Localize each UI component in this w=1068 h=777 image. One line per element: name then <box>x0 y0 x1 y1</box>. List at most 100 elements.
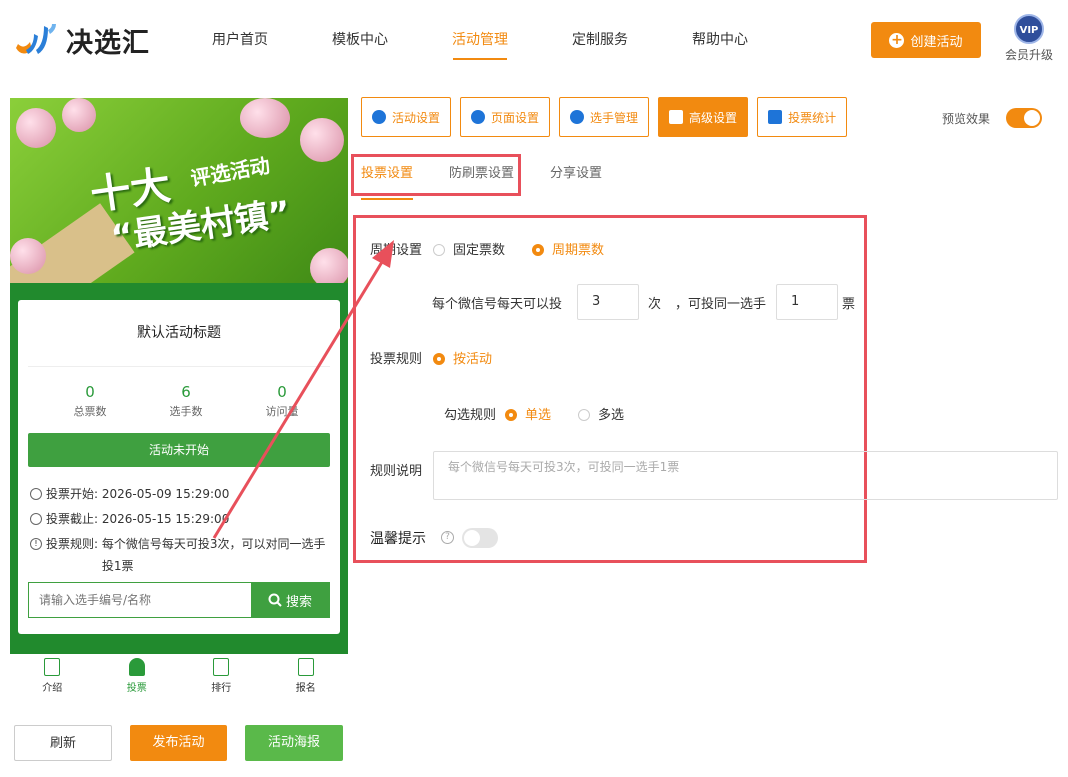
check-rule-label: 勾选规则 <box>444 408 497 423</box>
option-label: 按活动 <box>453 352 493 367</box>
stats-row: 0 总票数 6 选手数 0 访问量 <box>18 367 340 419</box>
description-label: 规则说明 <box>370 464 423 479</box>
tab-ranking[interactable]: 排行 <box>179 654 264 698</box>
vote-rule-label: 投票规则: <box>46 537 99 551</box>
tab-vote[interactable]: 投票 <box>95 654 180 698</box>
radio-cycle-votes[interactable]: 周期票数 <box>532 239 604 258</box>
vote-info: 投票开始: 2026-05-09 15:29:00 投票截止: 2026-05-… <box>18 467 340 577</box>
tab-label: 页面设置 <box>491 110 540 125</box>
banner-title-2: 评选活动 <box>188 153 272 191</box>
stat-label: 总票数 <box>73 405 107 418</box>
top-nav: 用户首页 模板中心 活动管理 定制服务 帮助中心 <box>180 0 780 70</box>
stat-players: 6 选手数 <box>156 383 216 419</box>
cycle-label: 周期设置 <box>370 243 423 258</box>
preview-bottom-tabs: 介绍 投票 排行 报名 <box>10 654 348 698</box>
tab-label: 选手管理 <box>590 110 639 125</box>
radio-icon <box>433 244 445 256</box>
tab-signup[interactable]: 报名 <box>264 654 349 698</box>
plus-icon: + <box>889 31 905 48</box>
nav-custom-service[interactable]: 定制服务 <box>540 0 660 70</box>
tab-label: 介绍 <box>42 683 63 694</box>
rule-description-textarea[interactable]: 每个微信号每天可投3次，可投同一选手1票 <box>433 451 1058 500</box>
vip-label: 会员升级 <box>1004 48 1053 62</box>
radio-single[interactable]: 单选 <box>505 404 551 423</box>
tip-switch[interactable] <box>462 528 498 548</box>
tab-advanced-settings[interactable]: 高级设置 <box>658 97 749 137</box>
user-icon <box>128 658 145 676</box>
nav-help[interactable]: 帮助中心 <box>660 0 780 70</box>
users-icon <box>570 110 585 124</box>
stat-value: 0 <box>277 383 287 401</box>
activity-card: 默认活动标题 0 总票数 6 选手数 0 访问量 活动未开始 投票开始: 202… <box>18 300 340 634</box>
vip-upgrade[interactable]: VIP 会员升级 <box>1000 14 1058 63</box>
radio-fixed-votes[interactable]: 固定票数 <box>433 239 505 258</box>
option-label: 周期票数 <box>552 243 605 258</box>
vote-start-row: 投票开始: 2026-05-09 15:29:00 <box>30 483 328 505</box>
stat-visits: 0 访问量 <box>252 383 312 419</box>
create-activity-button[interactable]: + 创建活动 <box>871 22 981 58</box>
info-icon: ! <box>30 538 42 550</box>
activity-status-button[interactable]: 活动未开始 <box>28 433 330 467</box>
help-icon[interactable]: ? <box>441 531 454 544</box>
tab-label: 排行 <box>211 683 232 694</box>
vip-badge-icon: VIP <box>1014 14 1044 44</box>
tab-label: 报名 <box>295 683 316 694</box>
star-icon <box>372 110 386 124</box>
create-activity-label: 创建活动 <box>910 34 963 50</box>
tab-label: 投票统计 <box>788 110 837 125</box>
radio-icon <box>578 409 590 421</box>
tab-label: 活动设置 <box>392 110 441 125</box>
same-player-input[interactable]: 1 <box>776 284 838 320</box>
refresh-button[interactable]: 刷新 <box>14 725 112 761</box>
stat-label: 选手数 <box>169 405 203 418</box>
stat-value: 6 <box>181 383 191 401</box>
intro-icon <box>44 658 61 676</box>
search-button-label: 搜索 <box>285 594 312 610</box>
stat-value: 0 <box>85 383 95 401</box>
preview-toggle: 预览效果 <box>942 108 1043 128</box>
same-player-unit: 票 <box>842 297 856 312</box>
poster-button[interactable]: 活动海报 <box>245 725 343 761</box>
same-player-label: ，可投同一选手 <box>675 297 767 312</box>
activity-title: 默认活动标题 <box>28 300 330 367</box>
gear-icon <box>471 110 486 124</box>
per-day-input[interactable]: 3 <box>577 284 639 320</box>
option-label: 单选 <box>525 408 552 423</box>
annotation-box-subtabs <box>351 154 521 196</box>
tab-player-management[interactable]: 选手管理 <box>559 97 650 137</box>
nav-home[interactable]: 用户首页 <box>180 0 300 70</box>
activity-banner: 十大 评选活动 “最美村镇” <box>10 98 348 283</box>
stat-label: 访问量 <box>265 405 299 418</box>
vote-end-row: 投票截止: 2026-05-15 15:29:00 <box>30 508 328 530</box>
nav-templates[interactable]: 模板中心 <box>300 0 420 70</box>
subtab-share[interactable]: 分享设置 <box>550 160 602 200</box>
page: 决选汇 用户首页 模板中心 活动管理 定制服务 帮助中心 + 创建活动 VIP … <box>0 0 1068 777</box>
tab-page-settings[interactable]: 页面设置 <box>460 97 551 137</box>
vote-end-label: 投票截止: <box>46 512 99 526</box>
nav-activity-management[interactable]: 活动管理 <box>420 0 540 70</box>
tab-activity-settings[interactable]: 活动设置 <box>361 97 452 137</box>
logo-icon <box>16 24 56 54</box>
rule-label: 投票规则 <box>370 352 423 367</box>
player-search-input[interactable] <box>29 583 251 617</box>
clock-icon <box>30 488 42 500</box>
radio-icon <box>532 244 544 256</box>
radio-multiple[interactable]: 多选 <box>578 404 624 423</box>
tab-intro[interactable]: 介绍 <box>10 654 95 698</box>
per-day-label: 每个微信号每天可以投 <box>432 297 563 312</box>
settings-tabs: 活动设置 页面设置 选手管理 高级设置 投票统计 <box>361 97 848 137</box>
publish-button[interactable]: 发布活动 <box>130 725 227 761</box>
search-button[interactable]: 搜索 <box>251 583 329 617</box>
brand-name: 决选汇 <box>66 27 150 59</box>
radio-by-activity[interactable]: 按活动 <box>433 348 492 367</box>
player-search: 搜索 <box>28 582 330 618</box>
option-label: 多选 <box>598 408 625 423</box>
settings-icon <box>669 110 684 124</box>
vote-start-value: 2026-05-09 15:29:00 <box>101 487 230 501</box>
preview-switch[interactable] <box>1006 108 1043 128</box>
vote-end-value: 2026-05-15 15:29:00 <box>101 512 230 526</box>
tip-label: 温馨提示 <box>370 531 426 547</box>
brand-logo[interactable]: 决选汇 <box>12 20 150 60</box>
option-label: 固定票数 <box>453 243 506 258</box>
tab-vote-statistics[interactable]: 投票统计 <box>757 97 848 137</box>
